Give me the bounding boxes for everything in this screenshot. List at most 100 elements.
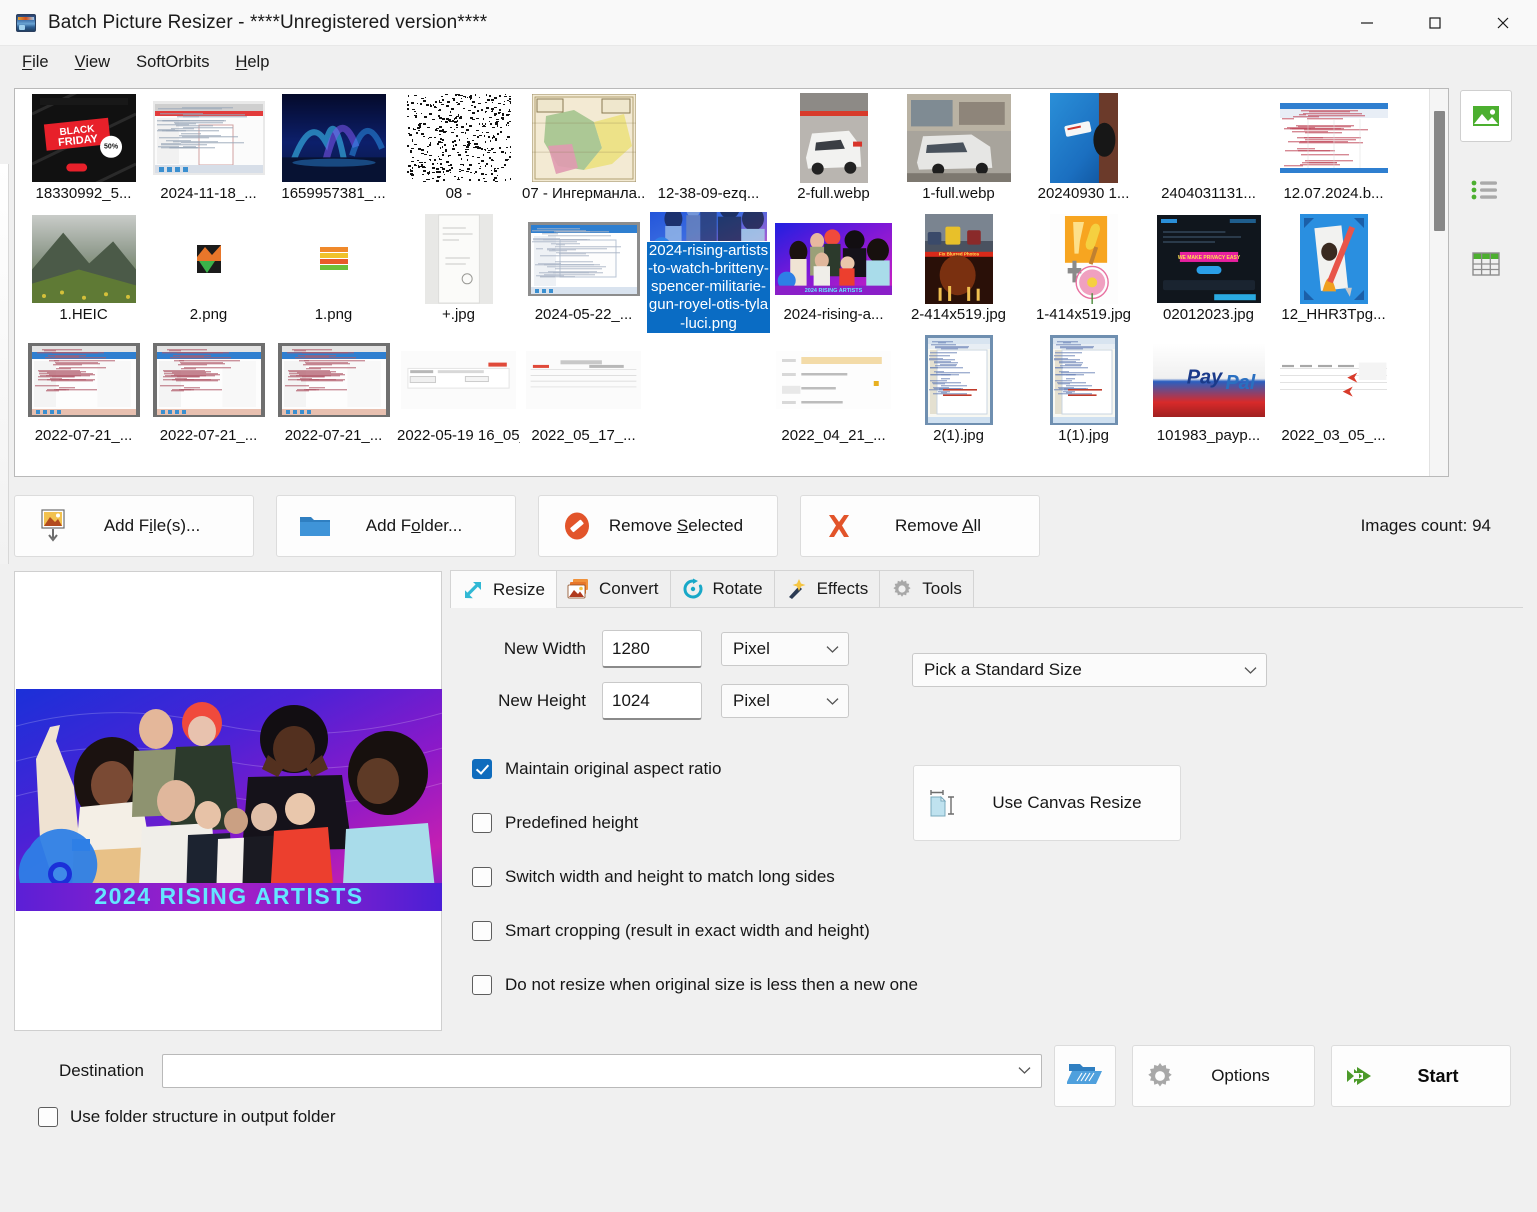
tab-convert-label: Convert bbox=[599, 579, 659, 599]
thumbnail-item[interactable]: 2022-07-21_... bbox=[146, 333, 271, 454]
remove-all-button[interactable]: Remove All bbox=[800, 495, 1040, 557]
thumbnail-item[interactable]: 1-full.webp bbox=[896, 91, 1021, 212]
thumbnail-caption: 2022-07-21_... bbox=[147, 427, 270, 444]
remove-selected-button[interactable]: Remove Selected bbox=[538, 495, 778, 557]
thumbnail-item[interactable]: 2404031131... bbox=[1146, 91, 1271, 212]
add-folder-button[interactable]: Add Folder... bbox=[276, 495, 516, 557]
thumbnail-item[interactable]: 1(1).jpg bbox=[1021, 333, 1146, 454]
thumbnail-image bbox=[650, 333, 767, 426]
thumbnails-scrollbar[interactable] bbox=[1429, 89, 1448, 476]
thumbnail-item[interactable]: 2022-05-19 16_05_59 bbox=[396, 333, 521, 454]
scrollbar-thumb[interactable] bbox=[1434, 111, 1445, 231]
thumbnails-scroll-area[interactable]: BLACKFRIDAY50%18330992_5...2024-11-18_..… bbox=[15, 89, 1429, 476]
tab-effects[interactable]: Effects bbox=[774, 570, 881, 607]
details-view-icon[interactable] bbox=[1460, 238, 1512, 290]
options-button[interactable]: Options bbox=[1132, 1045, 1315, 1107]
tab-tools[interactable]: Tools bbox=[879, 570, 974, 607]
thumbnail-item[interactable]: +.jpg bbox=[396, 212, 521, 333]
thumbnail-item[interactable]: 2022-07-21_... bbox=[271, 333, 396, 454]
checkbox-box[interactable] bbox=[472, 921, 492, 941]
thumbnail-item[interactable]: 2024-05-22_... bbox=[521, 212, 646, 333]
thumbnail-item[interactable]: 2.png bbox=[146, 212, 271, 333]
thumbnail-caption: 101983_payp... bbox=[1147, 427, 1270, 444]
thumbnail-item[interactable]: 1659957381_... bbox=[271, 91, 396, 212]
chevron-down-icon[interactable] bbox=[1018, 1062, 1031, 1080]
thumbnail-item[interactable]: 12-38-09-ezq... bbox=[646, 91, 771, 212]
thumbnail-item[interactable]: 2024-rising-artists-to-watch-britteny-sp… bbox=[646, 212, 771, 333]
thumbnail-item[interactable] bbox=[646, 333, 771, 454]
checkbox-box[interactable] bbox=[472, 813, 492, 833]
checkbox-smart-cropping[interactable]: Smart cropping (result in exact width an… bbox=[472, 904, 1523, 958]
thumbnail-grid[interactable]: BLACKFRIDAY50%18330992_5...2024-11-18_..… bbox=[15, 89, 1429, 454]
checkbox-label: Smart cropping (result in exact width an… bbox=[505, 921, 870, 941]
thumbnail-item[interactable]: 2022_04_21_... bbox=[771, 333, 896, 454]
destination-input[interactable] bbox=[162, 1054, 1042, 1088]
thumbnail-item[interactable]: Fix Blurred Photos2-414x519.jpg bbox=[896, 212, 1021, 333]
thumbnail-item[interactable]: 1.HEIC bbox=[21, 212, 146, 333]
thumbnail-item[interactable]: 2(1).jpg bbox=[896, 333, 1021, 454]
menu-item-file[interactable]: File bbox=[10, 49, 61, 76]
use-canvas-resize-button[interactable]: Use Canvas Resize bbox=[913, 765, 1181, 841]
thumbnail-view-icon[interactable] bbox=[1460, 90, 1512, 142]
new-height-label: New Height bbox=[450, 691, 602, 711]
thumbnail-item[interactable]: 2024 RISING ARTISTS2024-rising-a... bbox=[771, 212, 896, 333]
thumbnail-image bbox=[275, 333, 392, 426]
checkbox-box[interactable] bbox=[38, 1107, 58, 1127]
checkbox-box[interactable] bbox=[472, 759, 492, 779]
tab-convert[interactable]: Convert bbox=[556, 570, 671, 607]
tab-rotate[interactable]: Rotate bbox=[670, 570, 775, 607]
minimize-button[interactable] bbox=[1333, 0, 1401, 46]
thumbnail-item[interactable]: 20240930 1... bbox=[1021, 91, 1146, 212]
new-height-unit-select[interactable]: Pixel bbox=[721, 684, 849, 718]
checkbox-box[interactable] bbox=[472, 867, 492, 887]
checkbox-use-folder-structure[interactable]: Use folder structure in output folder bbox=[38, 1107, 1523, 1127]
thumbnail-item[interactable]: 07 - Ингерманла... bbox=[521, 91, 646, 212]
thumbnail-caption: 1(1).jpg bbox=[1022, 427, 1145, 444]
thumbnail-item[interactable]: 2024-11-18_... bbox=[146, 91, 271, 212]
new-height-input[interactable]: 1024 bbox=[602, 682, 702, 720]
menu-item-softorbits[interactable]: SoftOrbits bbox=[124, 49, 221, 76]
thumbnail-item[interactable]: 12.07.2024.b... bbox=[1271, 91, 1396, 212]
tab-resize[interactable]: Resize bbox=[450, 570, 557, 608]
thumbnail-item[interactable]: PayPal101983_payp... bbox=[1146, 333, 1271, 454]
menu-softorbits-label: SoftOrbits bbox=[136, 53, 209, 71]
thumbnail-item[interactable]: 2022_05_17_... bbox=[521, 333, 646, 454]
close-button[interactable] bbox=[1469, 0, 1537, 46]
add-files-button[interactable]: Add File(s)... bbox=[14, 495, 254, 557]
thumbnail-caption: 2(1).jpg bbox=[897, 427, 1020, 444]
checkbox-label: Switch width and height to match long si… bbox=[505, 867, 835, 887]
thumbnail-item[interactable]: 1-414x519.jpg bbox=[1021, 212, 1146, 333]
thumbnail-item[interactable]: BLACKFRIDAY50%18330992_5... bbox=[21, 91, 146, 212]
start-button[interactable]: Start bbox=[1331, 1045, 1511, 1107]
thumbnails-panel[interactable]: BLACKFRIDAY50%18330992_5...2024-11-18_..… bbox=[14, 88, 1449, 477]
browse-destination-button[interactable] bbox=[1054, 1045, 1116, 1107]
thumbnail-image bbox=[275, 212, 392, 305]
new-width-input[interactable]: 1280 bbox=[602, 630, 702, 668]
thumbnail-item[interactable]: 2022_03_05_... bbox=[1271, 333, 1396, 454]
thumbnail-item[interactable]: 08 - bbox=[396, 91, 521, 212]
checkbox-box[interactable] bbox=[472, 975, 492, 995]
start-label: Start bbox=[1388, 1066, 1510, 1087]
thumbnail-image bbox=[1275, 333, 1392, 426]
thumbnail-item[interactable]: 2-full.webp bbox=[771, 91, 896, 212]
checkbox-do-not-resize-smaller[interactable]: Do not resize when original size is less… bbox=[472, 958, 1523, 1012]
list-view-icon[interactable] bbox=[1460, 164, 1512, 216]
menu-file-rest: ile bbox=[32, 53, 49, 71]
thumbnail-item[interactable]: 1.png bbox=[271, 212, 396, 333]
thumbnail-image bbox=[400, 333, 517, 426]
new-width-unit-select[interactable]: Pixel bbox=[721, 632, 849, 666]
thumbnail-item[interactable]: 2022-07-21_... bbox=[21, 333, 146, 454]
thumbnail-caption: 2-414x519.jpg bbox=[897, 306, 1020, 323]
thumbnail-image bbox=[525, 91, 642, 184]
thumbnail-caption: 18330992_5... bbox=[22, 185, 145, 202]
standard-size-select[interactable]: Pick a Standard Size bbox=[912, 653, 1267, 687]
svg-text:WE MAKE PRIVACY EASY: WE MAKE PRIVACY EASY bbox=[1177, 255, 1240, 261]
thumbnail-item[interactable]: 12_HHR3Tpg... bbox=[1271, 212, 1396, 333]
rotate-icon bbox=[680, 577, 706, 601]
thumbnail-item[interactable]: WE MAKE PRIVACY EASY02012023.jpg bbox=[1146, 212, 1271, 333]
menu-help-rest: elp bbox=[247, 53, 269, 71]
maximize-button[interactable] bbox=[1401, 0, 1469, 46]
menu-item-help[interactable]: Help bbox=[223, 49, 281, 76]
menu-item-view[interactable]: View bbox=[63, 49, 122, 76]
checkbox-switch-width-height[interactable]: Switch width and height to match long si… bbox=[472, 850, 1523, 904]
